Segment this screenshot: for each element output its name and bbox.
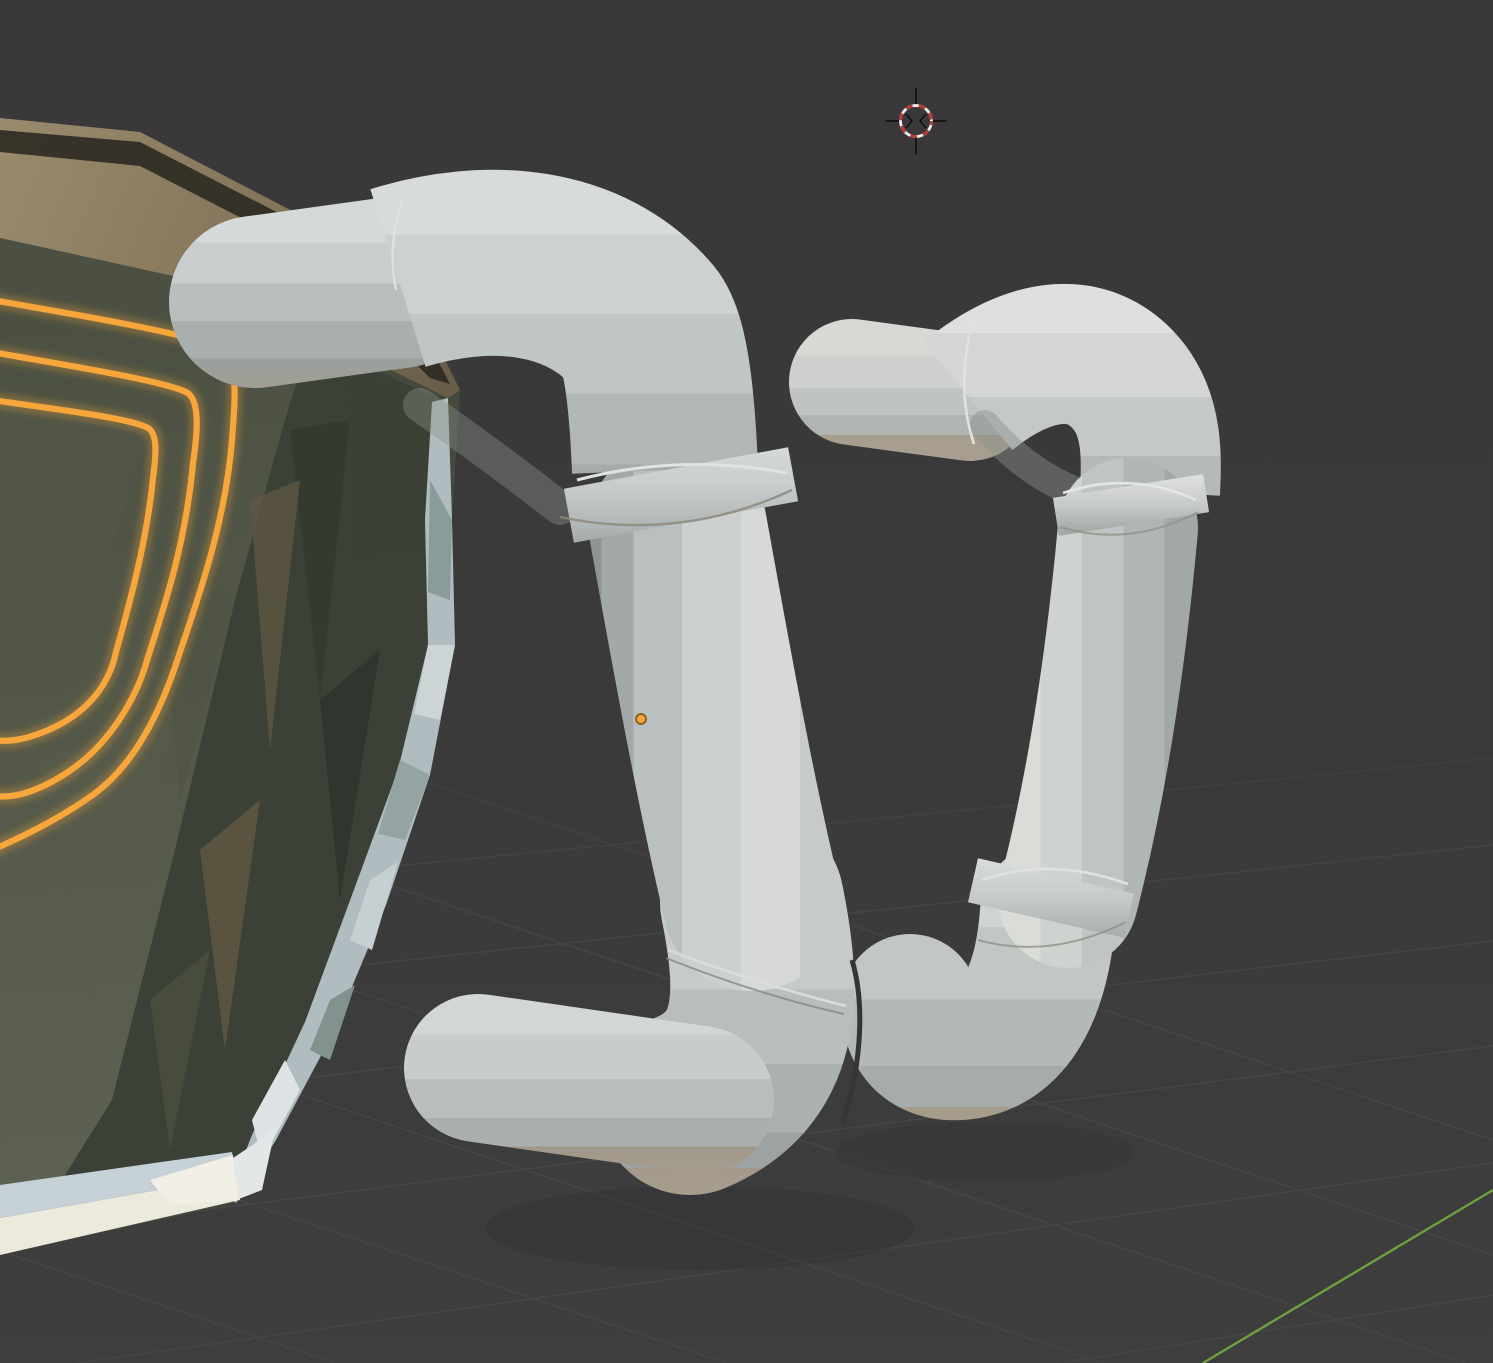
pipe-right-collar-top — [1128, 486, 1134, 524]
pipe-left-cap-segment — [255, 282, 400, 302]
blender-3d-viewport[interactable] — [0, 0, 1493, 1363]
viewport-canvas[interactable] — [0, 0, 1493, 1363]
object-origin-point[interactable] — [636, 714, 646, 724]
pipe-right-cap-segment — [852, 382, 970, 398]
pipe-left-arm — [478, 1068, 700, 1100]
floor-shadow — [485, 1186, 915, 1270]
pipe-right-tube — [1068, 528, 1128, 898]
pipe-left-tube — [678, 528, 752, 902]
pipe-left-collar — [676, 468, 686, 522]
floor-shadow — [835, 1122, 1135, 1182]
pipe-right-collar-bottom — [1046, 876, 1056, 920]
